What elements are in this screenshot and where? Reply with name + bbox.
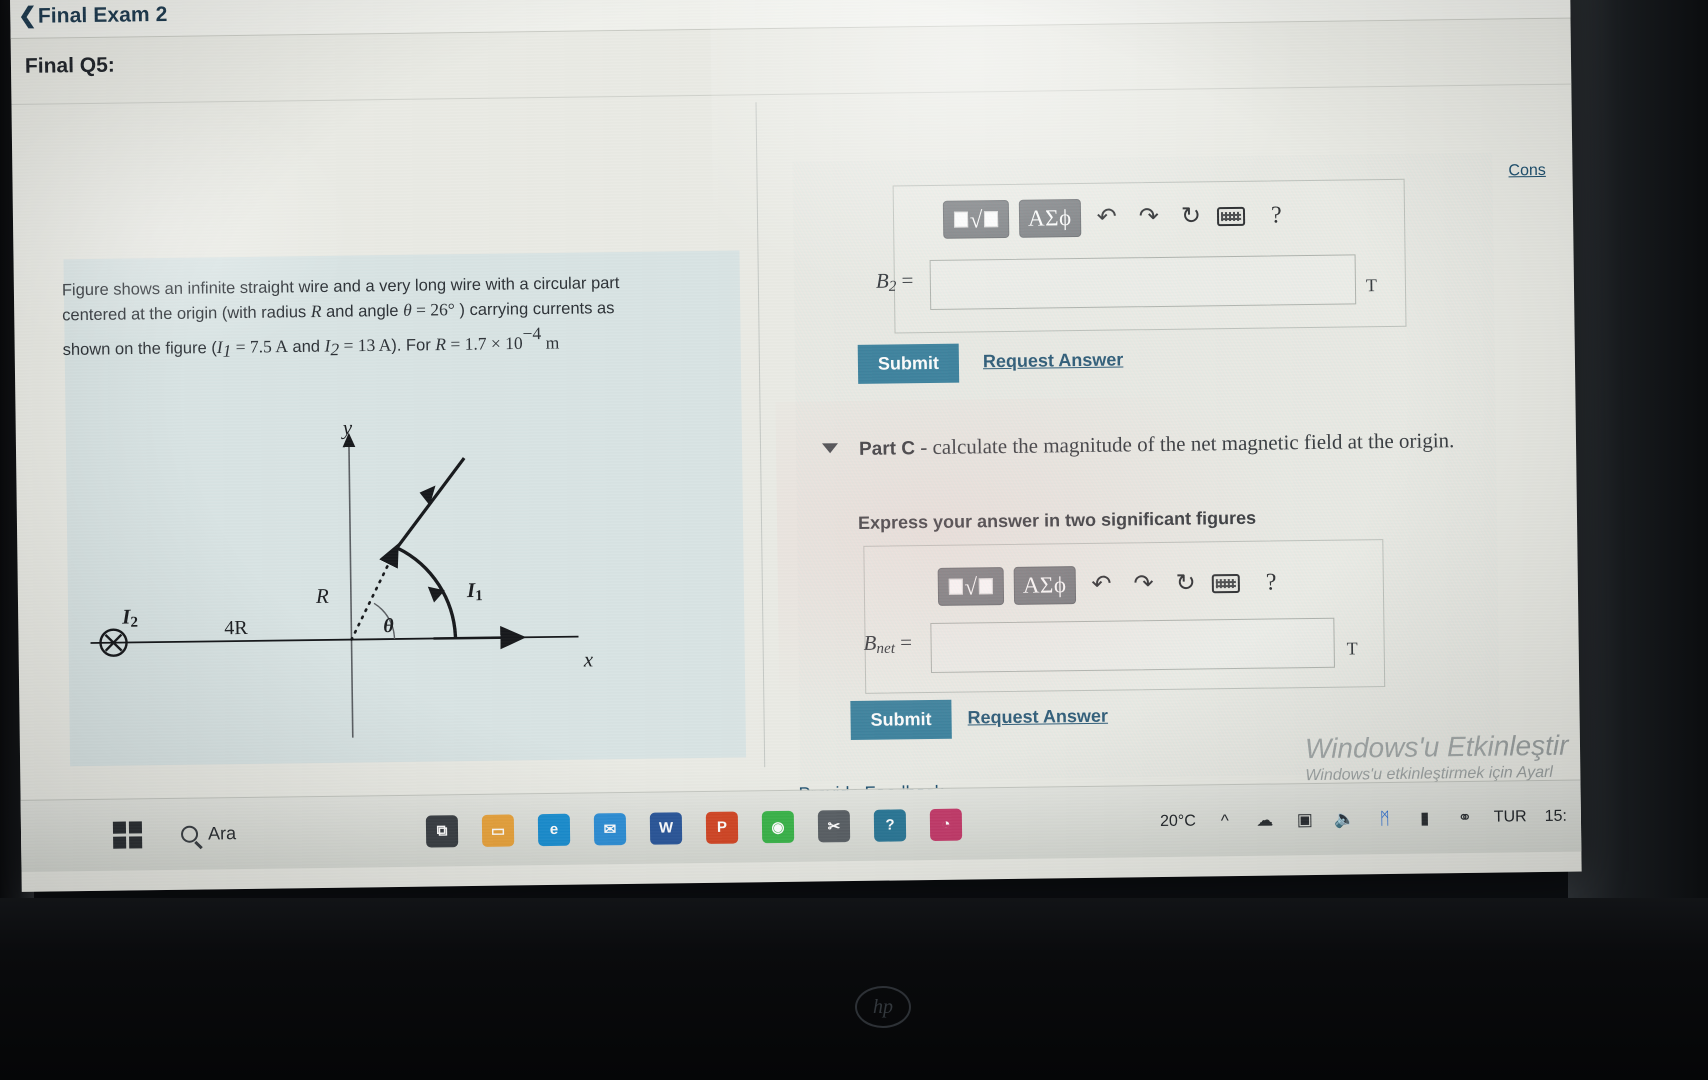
part-b-request-answer-link[interactable]: Request Answer: [983, 349, 1124, 372]
taskbar-app-icons: ⧉ ▭ e ✉ W P ◉ ✂? ◔: [425, 808, 963, 848]
back-to-final-exam-link[interactable]: ❮Final Exam 2: [18, 1, 167, 29]
part-b-answer-input[interactable]: [929, 254, 1357, 310]
windows-activation-title: Windows'u Etkinleştir: [1304, 729, 1569, 765]
y-axis-label: y: [342, 415, 353, 440]
redo-icon[interactable]: ↷: [1133, 203, 1165, 230]
help-icon[interactable]: ?: [1266, 569, 1277, 596]
part-c-answer-input[interactable]: [930, 617, 1335, 674]
screen-bezel-right: [1568, 0, 1708, 1010]
part-b-math-toolbar: √ ΑΣϕ ↶ ↷ ↻ ?: [942, 196, 1282, 239]
chevron-left-icon: ❮: [18, 2, 38, 28]
weather-app-icon[interactable]: ◔: [929, 808, 963, 841]
column-divider: [755, 102, 766, 768]
part-b-submit-button[interactable]: Submit: [857, 343, 960, 384]
part-c-unit-label: T: [1346, 638, 1358, 659]
file-explorer-icon[interactable]: ▭: [481, 813, 515, 847]
math-template-icon[interactable]: √: [937, 567, 1005, 606]
radius-label: R: [315, 583, 329, 609]
root-glyph: √: [969, 206, 983, 232]
figure-svg: [90, 432, 579, 738]
redo-icon[interactable]: ↷: [1127, 570, 1159, 597]
bluetooth-icon[interactable]: ᛗ: [1374, 807, 1396, 829]
greek-symbols-button[interactable]: ΑΣϕ: [1013, 566, 1076, 605]
header-divider: [11, 83, 1572, 105]
help-icon[interactable]: ?: [1271, 202, 1282, 229]
page-header: ❮Final Exam 2: [10, 0, 1571, 39]
part-c-heading: Part C - calculate the magnitude of the …: [859, 428, 1455, 461]
task-view-icon[interactable]: ⧉: [425, 814, 459, 848]
part-c-submit-button[interactable]: Submit: [850, 699, 952, 741]
windows-taskbar: Ara ⧉ ▭ e ✉ W P ◉ ✂? ◔ 20°C ^ ☁ ▣ 🔈 ᛗ ▮ ⚭ TUR 15…: [20, 779, 1582, 872]
taskbar-search[interactable]: Ara: [180, 823, 237, 845]
distance-label: 4R: [224, 616, 248, 640]
consult-link[interactable]: Cons: [1508, 162, 1546, 180]
taskbar-search-label: Ara: [207, 823, 237, 844]
keyboard-icon[interactable]: [1216, 206, 1246, 226]
part-c-request-answer-link[interactable]: Request Answer: [967, 706, 1108, 729]
powerpoint-icon[interactable]: P: [705, 811, 739, 844]
reset-icon[interactable]: ↻: [1170, 570, 1202, 597]
template-square-2-icon: [984, 211, 999, 228]
clock[interactable]: 15:: [1545, 807, 1567, 825]
math-template-icon[interactable]: √: [942, 199, 1010, 239]
edge-icon[interactable]: e: [537, 813, 571, 846]
snipping-tool-icon[interactable]: ✂: [817, 809, 851, 842]
template-square-icon: [953, 211, 968, 228]
page-title: Final Q5:: [24, 53, 115, 78]
volume-icon[interactable]: 🔈: [1334, 808, 1356, 830]
part-c-description: calculate the magnitude of the net magne…: [932, 428, 1455, 459]
mail-icon[interactable]: ✉: [593, 812, 627, 845]
screen-content: ❮Final Exam 2 Final Q5: Figure shows an …: [10, 0, 1582, 892]
physics-figure: y x R θ I1 I2 4R: [75, 403, 720, 771]
screenshot-icon[interactable]: ▣: [1294, 808, 1316, 830]
keyboard-icon[interactable]: [1211, 573, 1240, 593]
system-tray: 20°C ^ ☁ ▣ 🔈 ᛗ ▮ ⚭ TUR 15:: [1160, 805, 1581, 833]
battery-icon[interactable]: ▮: [1414, 807, 1436, 829]
greek-symbols-button[interactable]: ΑΣϕ: [1018, 199, 1081, 238]
root-glyph: √: [964, 573, 978, 600]
laptop-base: hp: [0, 898, 1708, 1080]
part-c-dash: -: [920, 435, 928, 460]
weather-temperature[interactable]: 20°C: [1160, 812, 1196, 830]
part-c-collapse-caret[interactable]: [821, 443, 839, 454]
chrome-icon[interactable]: ◉: [761, 810, 795, 843]
search-icon: [180, 825, 199, 843]
hp-logo: hp: [855, 986, 911, 1028]
angle-label: θ: [383, 615, 394, 638]
x-axis-label: x: [583, 647, 594, 672]
current2-label: I2: [122, 604, 139, 631]
onedrive-icon[interactable]: ☁: [1254, 809, 1276, 831]
help-icon[interactable]: ?: [873, 808, 907, 842]
template-square-icon: [948, 578, 963, 595]
word-icon[interactable]: W: [649, 811, 683, 845]
part-b-variable-label: B2 =: [875, 268, 914, 295]
part-c-variable-label: Bnet =: [863, 630, 913, 658]
part-c-label: Part C: [858, 438, 916, 460]
part-c-math-toolbar: √ ΑΣϕ ↶ ↷ ↻ ?: [937, 563, 1277, 606]
windows-start-icon[interactable]: [112, 820, 147, 850]
undo-icon[interactable]: ↶: [1091, 204, 1123, 231]
part-b-unit-label: T: [1365, 275, 1378, 296]
back-link-label: Final Exam 2: [37, 2, 168, 28]
problem-statement: Figure shows an infinite straight wire a…: [62, 269, 743, 364]
show-hidden-icons-icon[interactable]: ^: [1214, 810, 1236, 832]
language-indicator[interactable]: TUR: [1494, 808, 1527, 826]
laptop-photo: ❮Final Exam 2 Final Q5: Figure shows an …: [0, 0, 1708, 1080]
reset-icon[interactable]: ↻: [1175, 202, 1207, 229]
part-c-instruction: Express your answer in two significant f…: [857, 507, 1257, 533]
network-icon[interactable]: ⚭: [1454, 806, 1476, 828]
template-square-2-icon: [979, 578, 994, 595]
undo-icon[interactable]: ↶: [1085, 571, 1117, 598]
current1-label: I1: [466, 577, 483, 605]
